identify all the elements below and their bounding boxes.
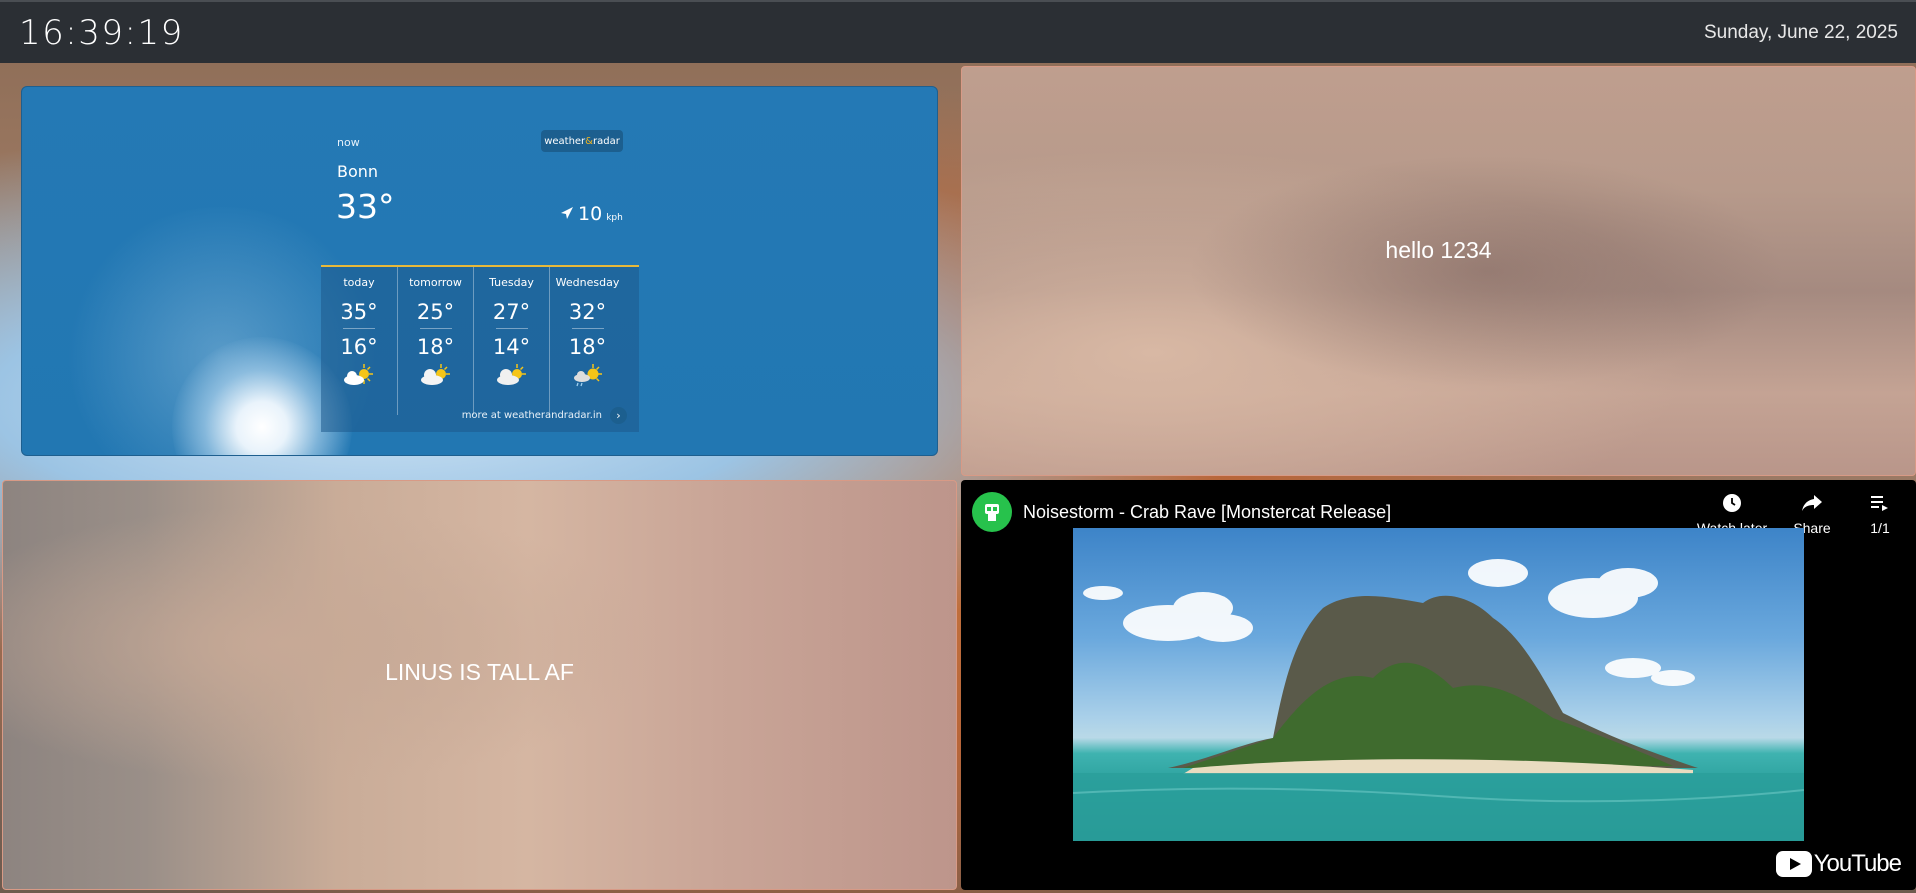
weather-now-label: now [337, 136, 360, 149]
forecast-high: 32° [568, 300, 607, 324]
youtube-embed[interactable]: Noisestorm - Crab Rave [Monstercat Relea… [961, 480, 1916, 890]
weather-widget[interactable]: now weather & radar Bonn 33° 10 kph today … [21, 86, 938, 456]
youtube-logo-text: YouTube [1813, 850, 1902, 877]
brand-left: weather [544, 135, 586, 147]
share-icon [1801, 492, 1823, 514]
chevron-right-icon[interactable]: › [610, 407, 627, 424]
partly-sunny-icon [398, 363, 473, 387]
forecast-low: 18° [416, 335, 455, 359]
forecast-low: 18° [568, 335, 607, 359]
rain-sun-icon [550, 363, 625, 387]
wind-direction-icon [560, 206, 574, 224]
partly-sunny-icon [474, 363, 549, 387]
brand-right: radar [592, 135, 620, 147]
weather-city: Bonn [337, 162, 379, 181]
top-bar: 16:39:19 Sunday, June 22, 2025 [0, 0, 1916, 63]
weather-brand-logo[interactable]: weather & radar [541, 130, 623, 152]
forecast-day: Tuesday 27° 14° [473, 267, 549, 415]
weather-temperature: 33° [336, 187, 395, 226]
more-link-label: more at weatherandradar.in [461, 410, 602, 421]
island-image [1073, 559, 1804, 841]
forecast-panel: today 35° 16° tomorrow 25° 18° Tuesday 2… [321, 265, 639, 432]
clock: 16:39:19 [19, 12, 184, 53]
playlist-icon [1870, 492, 1890, 514]
youtube-logo[interactable]: YouTube [1775, 850, 1902, 878]
playlist-count: 1/1 [1870, 520, 1890, 536]
forecast-high: 27° [492, 300, 531, 324]
playlist-button[interactable]: 1/1 [1852, 492, 1908, 536]
forecast-day: today 35° 16° [321, 267, 397, 415]
date: Sunday, June 22, 2025 [1703, 21, 1898, 43]
forecast-high: 35° [340, 300, 378, 324]
clock-icon [1722, 492, 1742, 514]
video-title[interactable]: Noisestorm - Crab Rave [Monstercat Relea… [1023, 502, 1391, 523]
wind-value: 10 [578, 203, 603, 225]
forecast-day-name: Tuesday [489, 276, 534, 289]
note-text: hello 1234 [1385, 236, 1492, 263]
forecast-high: 25° [416, 300, 455, 324]
weather-wind: 10 kph [560, 203, 623, 225]
wind-unit: kph [606, 213, 623, 223]
note-text: LINUS IS TALL AF [385, 658, 574, 685]
video-thumbnail[interactable] [1073, 528, 1804, 841]
partly-sunny-icon [321, 363, 397, 387]
note-panel-bottom-left: LINUS IS TALL AF [2, 480, 957, 890]
forecast-day-name: Wednesday [555, 276, 620, 289]
channel-avatar[interactable] [972, 492, 1012, 532]
forecast-day: Wednesday 32° 18° [549, 267, 625, 415]
forecast-day: tomorrow 25° 18° [397, 267, 473, 415]
weather-more-link[interactable]: more at weatherandradar.in › [462, 407, 627, 424]
brand-amp: & [585, 135, 593, 147]
forecast-low: 14° [492, 335, 531, 359]
note-panel-top-right: hello 1234 [961, 66, 1916, 476]
youtube-play-icon [1775, 851, 1812, 877]
forecast-day-name: tomorrow [409, 276, 462, 289]
forecast-day-name: today [343, 276, 375, 289]
forecast-low: 16° [340, 335, 378, 359]
